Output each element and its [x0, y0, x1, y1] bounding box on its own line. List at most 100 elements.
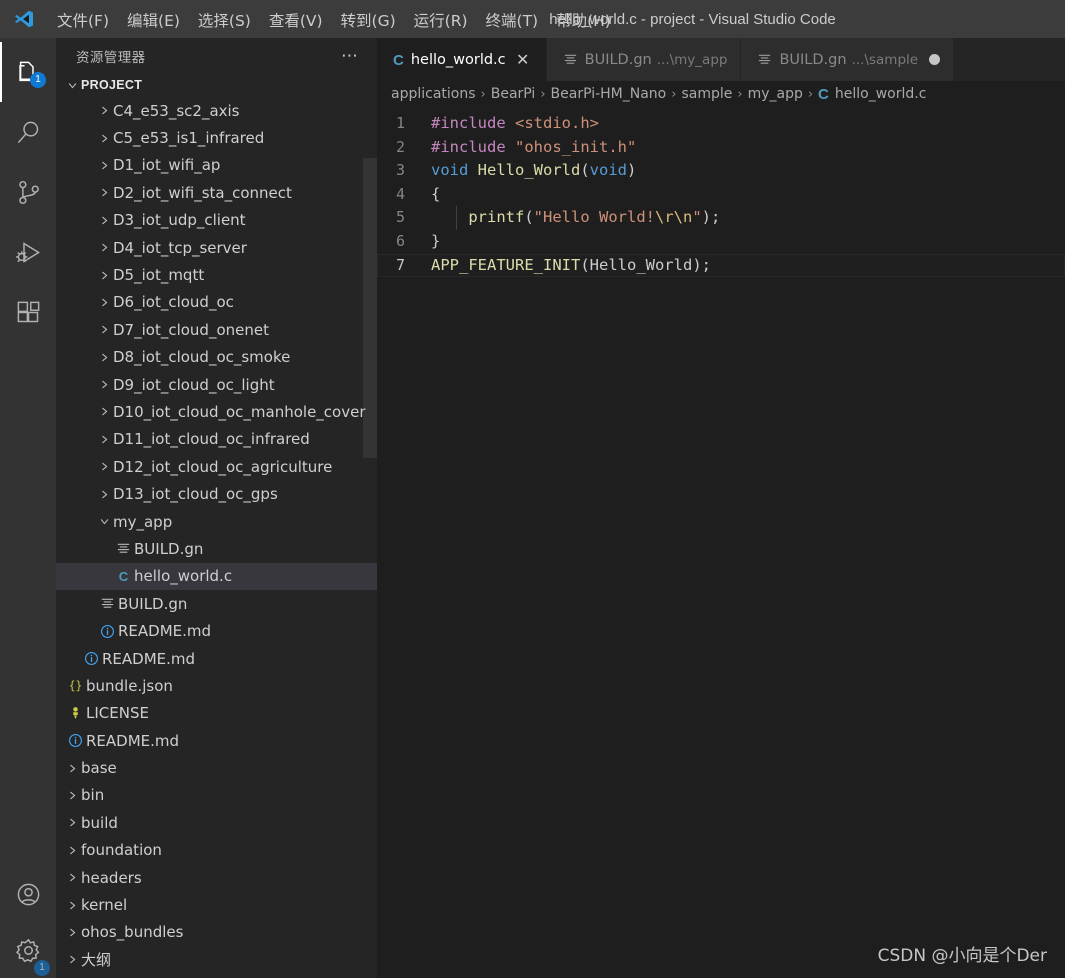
breadcrumb-separator: ›	[540, 86, 546, 102]
activitybar-item-source-control[interactable]	[0, 162, 56, 222]
tree-item-headers[interactable]: headers	[56, 864, 377, 891]
code-token: (	[580, 161, 590, 180]
code-line-3[interactable]: 3 void Hello_World(void)	[377, 159, 1065, 183]
tree-item-d13-iot-cloud-oc-gps[interactable]: D13_iot_cloud_oc_gps	[56, 480, 377, 507]
tree-item-hello-world-c[interactable]: Chello_world.c	[56, 562, 377, 591]
menu-selection[interactable]: 选择(S)	[189, 2, 260, 36]
tree-item-label: D3_iot_udp_client	[113, 211, 246, 230]
menu-file[interactable]: 文件(F)	[48, 2, 118, 36]
menu-go[interactable]: 转到(G)	[332, 2, 405, 36]
activitybar-item-settings[interactable]: 1	[0, 922, 56, 978]
code-token: }	[431, 231, 441, 250]
breadcrumb-separator: ›	[480, 86, 486, 102]
code-content[interactable]: 1 #include <stdio.h> 2 #include "ohos_init.…	[377, 107, 1065, 278]
code-line-5[interactable]: 5 printf("Hello World!\r\n");	[377, 206, 1065, 230]
tree-item-readme-md[interactable]: README.md	[56, 617, 377, 644]
tree-item-build-gn[interactable]: BUILD.gn	[56, 590, 377, 617]
tree-item-d8-iot-cloud-oc-smoke[interactable]: D8_iot_cloud_oc_smoke	[56, 344, 377, 371]
breadcrumb-item-sample[interactable]: sample	[681, 86, 732, 102]
code-line-4[interactable]: 4{	[377, 183, 1065, 207]
tree-item-d3-iot-udp-client[interactable]: D3_iot_udp_client	[56, 207, 377, 234]
chevron-right-icon	[96, 133, 113, 144]
tree-item-d10-iot-cloud-oc-manhole-cover[interactable]: D10_iot_cloud_oc_manhole_cover	[56, 398, 377, 425]
chevron-right-icon	[96, 406, 113, 417]
tree-item-label: D9_iot_cloud_oc_light	[113, 375, 275, 394]
sidebar-scrollbar[interactable]	[363, 38, 377, 978]
tree-item-readme-md[interactable]: README.md	[56, 727, 377, 754]
tree-item-d5-iot-mqtt[interactable]: D5_iot_mqtt	[56, 261, 377, 288]
menu-run[interactable]: 运行(R)	[405, 2, 477, 36]
chevron-right-icon	[64, 817, 81, 828]
workbench: 1 1 资源管理器 ⋯ PROJECT C4_e53_sc2_axis C5_e…	[0, 38, 1065, 978]
editor-tab-hello-world-c[interactable]: Chello_world.c ✕	[377, 38, 547, 81]
breadcrumb-item-bearpi[interactable]: BearPi	[491, 86, 536, 102]
tree-item-d9-iot-cloud-oc-light[interactable]: D9_iot_cloud_oc_light	[56, 371, 377, 398]
code-token: #include	[431, 114, 506, 132]
tree-item-build[interactable]: build	[56, 809, 377, 836]
chevron-right-icon	[96, 270, 113, 281]
chevron-right-icon	[96, 489, 113, 500]
sidebar-scrollbar-thumb[interactable]	[363, 158, 377, 458]
code-line-6[interactable]: 6}	[377, 230, 1065, 254]
activitybar-item-search[interactable]	[0, 102, 56, 162]
chevron-right-icon	[64, 900, 81, 911]
activity-bar: 1 1	[0, 38, 56, 978]
menu-view[interactable]: 查看(V)	[260, 2, 332, 36]
file-tree[interactable]: C4_e53_sc2_axis C5_e53_is1_infrared D1_iot…	[56, 97, 377, 978]
tree-item-my-app[interactable]: my_app	[56, 508, 377, 535]
editor-tab-build-gn-1[interactable]: BUILD.gn ...\my_app	[546, 38, 742, 81]
chevron-right-icon	[96, 297, 113, 308]
menu-terminal[interactable]: 终端(T)	[477, 2, 548, 36]
more-actions-icon[interactable]: ⋯	[341, 47, 359, 64]
tab-label: hello_world.c	[410, 52, 506, 68]
tree-item-ohos-bundles[interactable]: ohos_bundles	[56, 919, 377, 946]
tree-item-c5-e53-is1-infrared[interactable]: C5_e53_is1_infrared	[56, 124, 377, 151]
tree-item-c4-e53-sc2-axis[interactable]: C4_e53_sc2_axis	[56, 97, 377, 124]
tree-item--[interactable]: 大纲	[56, 946, 377, 973]
editor-tab-build-gn-2[interactable]: BUILD.gn ...\sample	[741, 38, 955, 81]
tab-dirty-indicator[interactable]	[929, 54, 941, 65]
activitybar-item-extensions[interactable]	[0, 282, 56, 342]
markdown-icon	[64, 733, 86, 748]
tree-item-foundation[interactable]: foundation	[56, 837, 377, 864]
tree-item-d1-iot-wifi-ap[interactable]: D1_iot_wifi_ap	[56, 152, 377, 179]
tree-item-d2-iot-wifi-sta-connect[interactable]: D2_iot_wifi_sta_connect	[56, 179, 377, 206]
close-icon[interactable]: ✕	[513, 50, 533, 70]
menu-help[interactable]: 帮助(H)	[547, 2, 620, 36]
tree-item-license[interactable]: LICENSE	[56, 700, 377, 727]
code-editor[interactable]: 1 #include <stdio.h> 2 #include "ohos_init.…	[377, 107, 1065, 978]
code-line-7[interactable]: 7 APP_FEATURE_INIT(Hello_World);	[377, 253, 1065, 278]
tree-item-d4-iot-tcp-server[interactable]: D4_iot_tcp_server	[56, 234, 377, 261]
tree-item-d12-iot-cloud-oc-agriculture[interactable]: D12_iot_cloud_oc_agriculture	[56, 453, 377, 480]
chevron-right-icon	[96, 187, 113, 198]
code-token: printf	[468, 208, 525, 227]
tree-item-d6-iot-cloud-oc[interactable]: D6_iot_cloud_oc	[56, 289, 377, 316]
tree-item-kernel[interactable]: kernel	[56, 891, 377, 918]
code-line-2[interactable]: 2 #include "ohos_init.h"	[377, 136, 1065, 160]
activitybar-item-run-debug[interactable]	[0, 222, 56, 282]
tree-item-label: headers	[81, 868, 142, 887]
chevron-right-icon	[64, 790, 81, 801]
chevron-right-icon	[96, 379, 113, 390]
breadcrumb-item-applications[interactable]: applications	[391, 86, 476, 102]
code-line-1[interactable]: 1 #include <stdio.h>	[377, 112, 1065, 136]
tree-item-d7-iot-cloud-onenet[interactable]: D7_iot_cloud_onenet	[56, 316, 377, 343]
title-bar: 文件(F) 编辑(E) 选择(S) 查看(V) 转到(G) 运行(R) 终端(T…	[0, 0, 1065, 38]
code-line-text: #include "ohos_init.h"	[431, 136, 636, 160]
section-header-project[interactable]: PROJECT	[56, 73, 377, 97]
tree-item-base[interactable]: base	[56, 754, 377, 781]
tree-item-bundle-json[interactable]: {} bundle.json	[56, 672, 377, 699]
tree-item-label: D6_iot_cloud_oc	[113, 293, 234, 312]
editor-tab-bar: Chello_world.c ✕ BUILD.gn ...\my_app BUILD.g…	[377, 38, 1065, 81]
activitybar-item-accounts[interactable]	[0, 866, 56, 922]
breadcrumb-item-bearpi-hm-nano[interactable]: BearPi-HM_Nano	[551, 86, 667, 102]
tree-item-build-gn[interactable]: BUILD.gn	[56, 535, 377, 562]
code-token: {	[431, 184, 441, 203]
tree-item-readme-md[interactable]: README.md	[56, 645, 377, 672]
tree-item-bin[interactable]: bin	[56, 782, 377, 809]
activitybar-item-explorer[interactable]: 1	[0, 42, 56, 102]
breadcrumb-file[interactable]: Chello_world.c	[818, 86, 926, 103]
breadcrumb-item-my-app[interactable]: my_app	[748, 86, 803, 102]
menu-edit[interactable]: 编辑(E)	[118, 2, 189, 36]
tree-item-d11-iot-cloud-oc-infrared[interactable]: D11_iot_cloud_oc_infrared	[56, 426, 377, 453]
